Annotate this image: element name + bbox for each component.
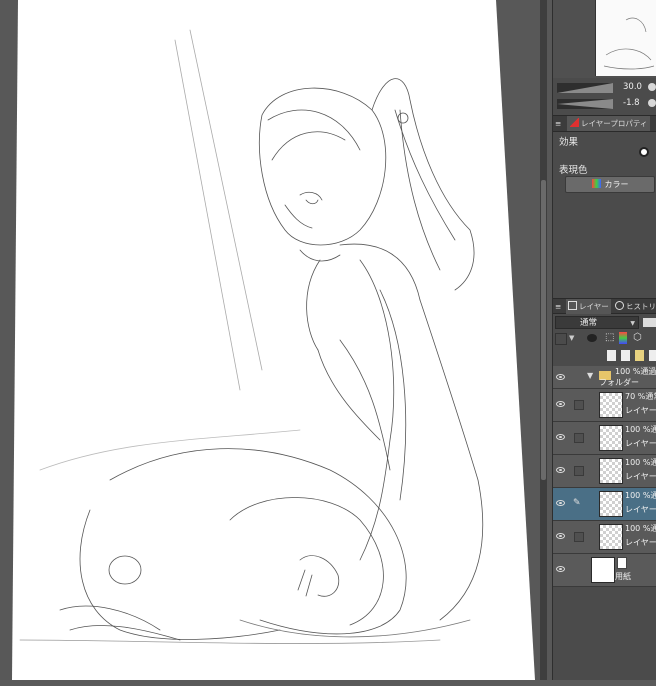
- mask-icon[interactable]: ⬡: [633, 332, 642, 343]
- history-icon: [615, 301, 624, 310]
- tab-layer-label: レイヤー: [579, 302, 609, 311]
- layer-name: レイヤー: [625, 406, 656, 415]
- layer-toolbar-row-2: [553, 349, 656, 365]
- layer-list[interactable]: ▼ 100 %通過 フォルダー 70 %通常 レイヤー 100 %通常 レイヤー…: [553, 366, 656, 686]
- layer-name: レイヤー: [625, 538, 656, 547]
- layers-icon: [568, 301, 577, 310]
- rotation-track[interactable]: [557, 99, 613, 109]
- brush-size-track[interactable]: [557, 83, 613, 93]
- layer-row[interactable]: 100 %通常 レイヤー: [553, 422, 656, 455]
- layer-thumbnail: [599, 524, 623, 550]
- effect-toggle-icon[interactable]: [639, 147, 649, 157]
- visibility-eye-icon[interactable]: [556, 566, 565, 572]
- layer-name: レイヤー: [625, 505, 656, 514]
- layer-lock-checkbox[interactable]: [574, 400, 584, 410]
- tab-history[interactable]: ヒストリー: [613, 299, 656, 314]
- layer-thumbnail: [599, 491, 623, 517]
- layer-lock-checkbox[interactable]: [574, 532, 584, 542]
- expression-color-label: 表現色: [559, 165, 588, 176]
- new-folder-icon[interactable]: [635, 350, 644, 361]
- rotation-ramp-icon: [557, 99, 613, 109]
- blend-mode-select[interactable]: 通常: [555, 316, 639, 330]
- opacity-slider[interactable]: [643, 318, 656, 327]
- rotation-slider[interactable]: -1.8: [555, 98, 656, 110]
- brush-size-ramp-icon: [557, 83, 613, 93]
- layer-mask-icon[interactable]: [649, 350, 656, 361]
- navigator-panel: [553, 0, 656, 78]
- tab-layer-property[interactable]: レイヤープロパティ: [567, 116, 651, 131]
- visibility-eye-icon[interactable]: [556, 500, 565, 506]
- sketch-canvas[interactable]: [0, 0, 552, 680]
- layer-name: レイヤー: [625, 472, 656, 481]
- brush-red-icon: [570, 118, 579, 127]
- brush-size-value: 30.0: [623, 82, 642, 92]
- layer-row[interactable]: 100 %通常 レイヤー: [553, 455, 656, 488]
- visibility-eye-icon[interactable]: [556, 467, 565, 473]
- layer-opacity-mode: 70 %通常: [625, 392, 656, 401]
- visibility-eye-icon[interactable]: [556, 434, 565, 440]
- layer-toolbar-row-1: ▼ ⬚ ⬡: [553, 332, 656, 348]
- properties-tab-bar: ≡ レイヤープロパティ: [553, 115, 656, 132]
- dropdown-icon[interactable]: ▼: [569, 334, 574, 342]
- layer-row[interactable]: 70 %通常 レイヤー: [553, 389, 656, 422]
- layer-thumbnail: [599, 425, 623, 451]
- canvas-vertical-scrollbar[interactable]: [540, 0, 547, 680]
- layer-opacity-mode: 100 %通常: [625, 458, 656, 467]
- reference-layer-icon[interactable]: [587, 334, 597, 342]
- layer-color-icon[interactable]: [555, 333, 567, 345]
- color-swatch-icon: [591, 179, 601, 188]
- tab-layer-property-label: レイヤープロパティ: [581, 119, 648, 128]
- layer-opacity-mode: 100 %通常: [625, 524, 656, 533]
- layer-lock-checkbox[interactable]: [574, 466, 584, 476]
- visibility-eye-icon[interactable]: [556, 374, 565, 380]
- layer-name: フォルダー: [599, 378, 639, 387]
- brush-size-slider[interactable]: 30.0: [555, 82, 656, 94]
- visibility-eye-icon[interactable]: [556, 533, 565, 539]
- layer-row-folder[interactable]: ▼ 100 %通過 フォルダー: [553, 366, 656, 389]
- paper-thumbnail: [591, 557, 615, 583]
- blend-mode-value: 通常: [580, 318, 598, 328]
- panel-menu-icon[interactable]: ≡: [555, 116, 567, 131]
- layer-panel-menu-icon[interactable]: ≡: [555, 299, 565, 314]
- layer-thumbnail: [599, 392, 623, 418]
- navigator-preview-image: [603, 17, 655, 70]
- paper-layer-icon: [617, 557, 627, 569]
- layer-opacity-mode: 100 %通常: [625, 425, 656, 434]
- effect-label: 効果: [559, 137, 579, 148]
- tab-layer[interactable]: レイヤー: [566, 299, 611, 314]
- reset-rotation-icon[interactable]: [648, 99, 656, 107]
- navigator-thumbnail[interactable]: [595, 0, 656, 76]
- layer-name: レイヤー: [625, 439, 656, 448]
- layer-thumbnail: [599, 458, 623, 484]
- layer-row-paper[interactable]: 用紙: [553, 554, 656, 587]
- reset-size-icon[interactable]: [648, 83, 656, 91]
- color-mode-button[interactable]: カラー: [565, 176, 655, 193]
- color-mode-label: カラー: [604, 180, 629, 189]
- folder-collapse-icon[interactable]: ▼: [587, 371, 593, 380]
- layer-opacity-mode: 100 %通常: [625, 491, 656, 500]
- lock-icon[interactable]: ⬚: [605, 332, 614, 343]
- layer-row[interactable]: 100 %通常 レイヤー: [553, 521, 656, 554]
- layer-lock-checkbox[interactable]: [574, 433, 584, 443]
- editing-pen-icon: ✎: [573, 498, 581, 508]
- layer-row-selected[interactable]: ✎ 100 %通常 レイヤー: [553, 488, 656, 521]
- layer-tab-bar: ≡ レイヤー ヒストリー: [553, 298, 656, 314]
- visibility-eye-icon[interactable]: [556, 401, 565, 407]
- layer-name: 用紙: [615, 572, 631, 581]
- new-raster-layer-icon[interactable]: [607, 350, 616, 361]
- canvas-area[interactable]: [0, 0, 552, 680]
- layer-color-bar-icon[interactable]: [619, 332, 627, 344]
- rotation-value: -1.8: [623, 98, 640, 108]
- new-vector-layer-icon[interactable]: [621, 350, 630, 361]
- right-dock-panel: 30.0 -1.8 ≡ レイヤープロパティ 効果 表現色 カラー ≡ レイヤー …: [552, 0, 656, 680]
- layer-opacity-mode: 100 %通過: [615, 367, 656, 376]
- scrollbar-thumb[interactable]: [541, 180, 546, 480]
- paper-sheet: [12, 0, 535, 680]
